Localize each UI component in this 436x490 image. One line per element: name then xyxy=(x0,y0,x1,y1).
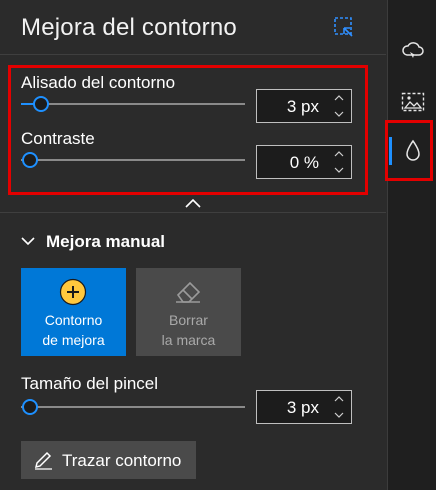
brush-size-slider-track xyxy=(21,406,245,408)
brush-size-value[interactable]: 3 px xyxy=(287,398,319,418)
brush-size-slider[interactable] xyxy=(21,399,245,415)
highlight-box-settings xyxy=(8,65,368,195)
highlight-box-droplet xyxy=(385,120,433,181)
rail-item-cloud-select[interactable] xyxy=(388,30,436,70)
add-edge-tile-line1: Contorno xyxy=(44,312,103,328)
collapse-divider xyxy=(0,212,386,213)
header-divider xyxy=(0,54,386,55)
cloud-select-icon xyxy=(402,42,424,58)
brush-size-label: Tamaño del pincel xyxy=(21,374,159,393)
erase-mark-tile-line2: la marca xyxy=(161,332,216,348)
stepper-arrows-icon[interactable] xyxy=(327,391,351,423)
edge-refine-panel: Mejora del contorno Alisado del contorno… xyxy=(0,0,386,490)
trace-edge-button[interactable]: Trazar contorno xyxy=(21,441,196,479)
panel-title: Mejora del contorno xyxy=(21,14,237,41)
add-edge-tile[interactable]: Contorno de mejora xyxy=(21,268,126,356)
trace-edge-label: Trazar contorno xyxy=(62,451,182,470)
chevron-down-icon[interactable] xyxy=(20,235,36,247)
pen-icon xyxy=(34,451,52,470)
image-frame-icon xyxy=(401,92,425,112)
eraser-icon xyxy=(176,281,201,303)
select-region-icon[interactable] xyxy=(333,16,355,38)
add-circle-icon xyxy=(59,278,87,306)
add-edge-tile-line2: de mejora xyxy=(42,332,105,348)
tool-rail xyxy=(387,0,436,490)
manual-section-title[interactable]: Mejora manual xyxy=(46,232,165,252)
rail-item-image-frame[interactable] xyxy=(388,82,436,122)
erase-mark-tile[interactable]: Borrar la marca xyxy=(136,268,241,356)
chevron-up-icon[interactable] xyxy=(184,197,202,209)
brush-size-stepper[interactable]: 3 px xyxy=(256,390,352,424)
brush-size-slider-thumb[interactable] xyxy=(22,399,38,415)
erase-mark-tile-line1: Borrar xyxy=(169,312,208,328)
